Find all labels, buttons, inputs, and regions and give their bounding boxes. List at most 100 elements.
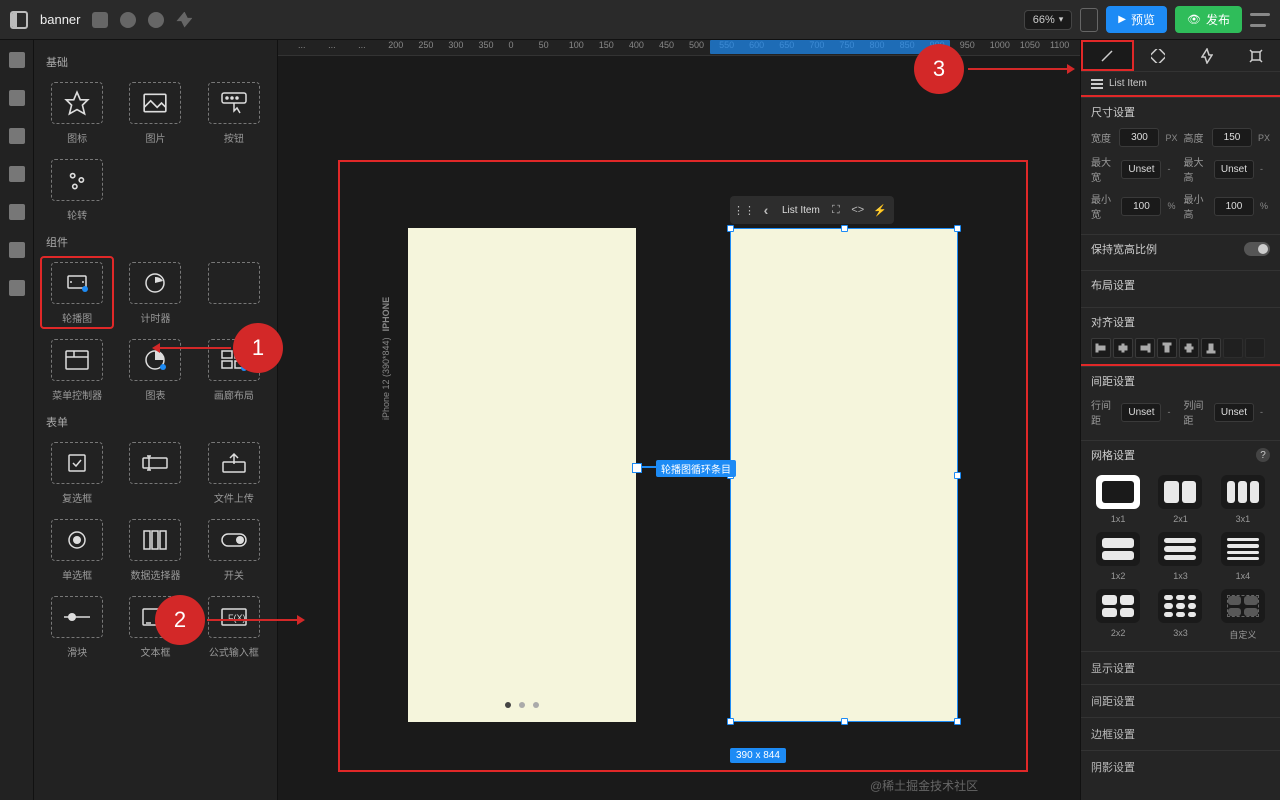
component-icon-star[interactable]: 图标	[40, 76, 114, 149]
grid-1x1[interactable]: 1x1	[1091, 475, 1145, 524]
aspect-lock-label: 保持宽高比例	[1091, 241, 1157, 257]
section-spacing: 间距设置	[1091, 373, 1270, 389]
header-tool-icon[interactable]	[120, 12, 136, 28]
settings-icon[interactable]	[1250, 13, 1270, 27]
annotation-arrow-2	[207, 619, 302, 621]
component-timer[interactable]: 计时器	[118, 256, 192, 329]
rail-layout-icon[interactable]	[9, 242, 25, 258]
section-shadow[interactable]: 阴影设置	[1081, 750, 1280, 783]
maxh-input[interactable]	[1214, 160, 1254, 179]
preview-button[interactable]: 预览	[1106, 6, 1167, 33]
align-top[interactable]	[1157, 338, 1177, 358]
component-panel: 基础 图标 图片 按钮 轮转 组件 轮播图	[34, 40, 278, 800]
project-title: banner	[40, 12, 80, 27]
ruler-horizontal: .........2002503003500501001504004505005…	[278, 40, 1080, 56]
row-gap-input[interactable]	[1121, 403, 1161, 422]
align-bottom[interactable]	[1201, 338, 1221, 358]
width-input[interactable]	[1119, 128, 1159, 147]
height-input[interactable]	[1212, 128, 1252, 147]
component-slider[interactable]: 滑块	[40, 590, 114, 663]
header-tool-icon[interactable]	[148, 12, 164, 28]
connector-label: 轮播图循环条目	[656, 460, 736, 477]
header-tool-icon[interactable]	[92, 12, 108, 28]
app-logo-icon[interactable]	[10, 11, 28, 29]
distribute-v[interactable]	[1245, 338, 1265, 358]
component-menu-controller[interactable]: 菜单控制器	[40, 333, 114, 406]
section-border[interactable]: 边框设置	[1081, 717, 1280, 750]
component-rotate[interactable]: 轮转	[40, 153, 114, 226]
section-layout: 布局设置	[1091, 277, 1270, 293]
align-center-h[interactable]	[1113, 338, 1133, 358]
component-text-input[interactable]	[118, 436, 192, 509]
minw-input[interactable]	[1121, 197, 1161, 216]
canvas[interactable]: .........2002503003500501001504004505005…	[278, 40, 1080, 800]
left-icon-rail	[0, 40, 34, 800]
grid-2x2[interactable]: 2x2	[1091, 589, 1145, 641]
grid-1x2[interactable]: 1x2	[1091, 532, 1145, 581]
aspect-lock-toggle[interactable]	[1244, 242, 1270, 256]
app-header: banner 66% 预览 发布	[0, 0, 1280, 40]
grid-custom[interactable]: 自定义	[1216, 589, 1270, 641]
svg-text:F(X): F(X)	[228, 613, 246, 623]
rail-list-icon[interactable]	[9, 280, 25, 296]
component-formula-input[interactable]: F(X) 公式输入框	[197, 590, 271, 663]
component-checkbox[interactable]: 复选框	[40, 436, 114, 509]
toolbar-drag-icon[interactable]: ⋮⋮	[734, 200, 754, 220]
component-data-picker[interactable]: 数据选择器	[118, 513, 192, 586]
artboard-list-item[interactable]	[730, 228, 958, 722]
size-badge: 390 x 844	[730, 748, 786, 763]
maxw-input[interactable]	[1121, 160, 1161, 179]
header-bolt-icon[interactable]	[176, 12, 192, 28]
rail-grid-icon[interactable]	[9, 128, 25, 144]
section-title-basic: 基础	[40, 46, 271, 76]
component-placeholder[interactable]	[197, 256, 271, 329]
toolbar-expand-icon[interactable]: ⛶	[826, 200, 846, 220]
publish-button[interactable]: 发布	[1175, 6, 1242, 33]
grid-3x1[interactable]: 3x1	[1216, 475, 1270, 524]
props-breadcrumb[interactable]: List Item	[1081, 72, 1280, 95]
component-button[interactable]: 按钮	[197, 76, 271, 149]
align-left[interactable]	[1091, 338, 1111, 358]
watermark: @稀土掘金技术社区	[870, 777, 978, 794]
props-tab-advanced[interactable]	[1231, 40, 1280, 71]
rail-tree-icon[interactable]	[9, 90, 25, 106]
distribute-h[interactable]	[1223, 338, 1243, 358]
props-tab-action[interactable]	[1183, 40, 1232, 71]
rail-cube-icon[interactable]	[9, 52, 25, 68]
artboard-carousel[interactable]	[408, 228, 636, 722]
align-center-v[interactable]	[1179, 338, 1199, 358]
grid-1x3[interactable]: 1x3	[1153, 532, 1207, 581]
toolbar-bolt-icon[interactable]: ⚡	[870, 200, 890, 220]
toolbar-code-icon[interactable]: <>	[848, 200, 868, 220]
annotation-marker-1: 1	[233, 323, 283, 373]
section-grid: 网格设置	[1091, 447, 1135, 463]
zoom-select[interactable]: 66%	[1024, 10, 1073, 30]
grid-1x4[interactable]: 1x4	[1216, 532, 1270, 581]
component-file-upload[interactable]: 文件上传	[197, 436, 271, 509]
grid-3x3[interactable]: 3x3	[1153, 589, 1207, 641]
toolbar-element-name[interactable]: List Item	[778, 205, 824, 216]
rail-pin-icon[interactable]	[9, 204, 25, 220]
section-padding[interactable]: 间距设置	[1081, 684, 1280, 717]
floating-toolbar: ⋮⋮ List Item ⛶ <> ⚡	[730, 196, 894, 224]
component-switch[interactable]: 开关	[197, 513, 271, 586]
help-icon[interactable]: ?	[1256, 448, 1270, 462]
annotation-arrow-3	[968, 68, 1072, 70]
annotation-marker-3: 3	[914, 44, 964, 94]
component-radio[interactable]: 单选框	[40, 513, 114, 586]
col-gap-input[interactable]	[1214, 403, 1254, 422]
component-image[interactable]: 图片	[118, 76, 192, 149]
grid-2x1[interactable]: 2x1	[1153, 475, 1207, 524]
align-right[interactable]	[1135, 338, 1155, 358]
rail-layers-icon[interactable]	[9, 166, 25, 182]
component-carousel[interactable]: 轮播图	[40, 256, 114, 329]
props-tab-layout[interactable]	[1134, 40, 1183, 71]
toolbar-back-icon[interactable]	[756, 200, 776, 220]
section-title-component: 组件	[40, 226, 271, 256]
props-tab-style[interactable]	[1081, 40, 1134, 71]
minh-input[interactable]	[1214, 197, 1254, 216]
section-title-form: 表单	[40, 406, 271, 436]
section-display[interactable]: 显示设置	[1081, 651, 1280, 684]
device-preview-icon[interactable]	[1080, 8, 1098, 32]
annotation-arrow-1	[155, 347, 231, 349]
